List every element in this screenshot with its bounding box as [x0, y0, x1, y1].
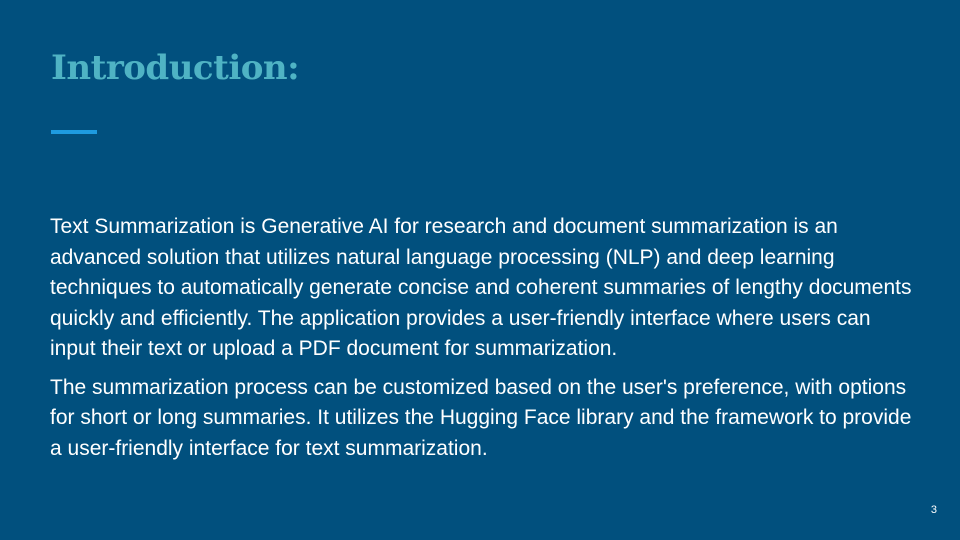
title-accent-bar — [51, 130, 97, 134]
page-number: 3 — [930, 504, 937, 516]
slide-title: Introduction: — [51, 48, 300, 88]
body-paragraph-1: Text Summarization is Generative AI for … — [50, 215, 912, 360]
slide-body: Text Summarization is Generative AI for … — [50, 212, 918, 472]
slide: Introduction: Text Summarization is Gene… — [0, 0, 960, 540]
body-paragraph-2: The summarization process can be customi… — [50, 375, 912, 460]
